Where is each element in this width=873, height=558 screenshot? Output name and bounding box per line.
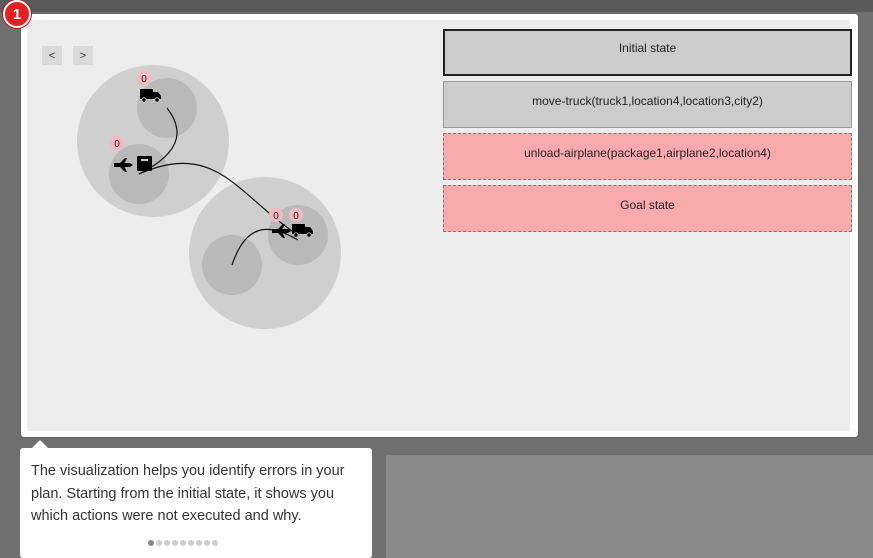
svg-text:0: 0: [141, 74, 147, 85]
tour-dot-2[interactable]: [156, 540, 162, 546]
tour-dot-4[interactable]: [172, 540, 178, 546]
plan-step-initial-state[interactable]: Initial state: [443, 29, 852, 76]
tour-progress-dots: [148, 540, 218, 546]
app-header-strip: [0, 0, 873, 12]
package-icon: [137, 156, 152, 171]
svg-text:0: 0: [273, 211, 279, 222]
background-panel: [386, 455, 873, 558]
tour-tooltip: The visualization helps you identify err…: [20, 440, 372, 558]
svg-text:0: 0: [293, 211, 299, 222]
tour-dot-5[interactable]: [180, 540, 186, 546]
tour-dot-6[interactable]: [188, 540, 194, 546]
tour-dot-3[interactable]: [164, 540, 170, 546]
counter-truck-top: 0: [137, 71, 151, 85]
counter-plane-left: 0: [110, 136, 124, 150]
plan-step-unload-airplane[interactable]: unload-airplane(package1,airplane2,locat…: [443, 133, 852, 180]
counter-plane-right: 0: [269, 208, 283, 222]
plan-step-goal-state[interactable]: Goal state: [443, 185, 852, 232]
city-1: [77, 65, 229, 217]
tour-step-badge: 1: [3, 0, 31, 28]
city-2: [189, 177, 341, 329]
tooltip-text: The visualization helps you identify err…: [31, 463, 345, 524]
tooltip-arrow: [32, 440, 48, 448]
svg-text:0: 0: [114, 139, 120, 150]
counter-truck-right: 0: [289, 208, 303, 222]
visualization-panel: < > 0 0 0 0 Initial state move-truck(tru…: [21, 14, 858, 437]
tour-dot-7[interactable]: [196, 540, 202, 546]
logistics-map: 0 0 0 0: [77, 65, 341, 329]
plan-steps-list: Initial state move-truck(truck1,location…: [443, 29, 852, 237]
visualization-area: < > 0 0 0 0 Initial state move-truck(tru…: [27, 20, 852, 431]
plan-step-move-truck[interactable]: move-truck(truck1,location4,location3,ci…: [443, 81, 852, 128]
tour-dot-8[interactable]: [204, 540, 210, 546]
tour-dot-1[interactable]: [148, 540, 154, 546]
tour-dot-9[interactable]: [212, 540, 218, 546]
